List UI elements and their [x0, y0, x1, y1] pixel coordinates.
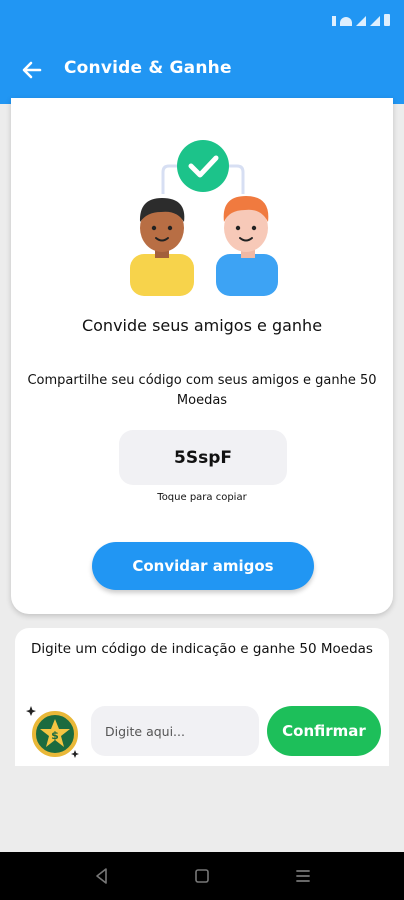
invite-card: Convide seus amigos e ganhe Compartilhe …	[11, 98, 393, 614]
arrow-left-icon[interactable]	[18, 56, 46, 84]
redeem-instruction: Digite um código de indicação e ganhe 50…	[31, 641, 373, 657]
app-header: Convide & Ganhe	[0, 0, 404, 104]
back-triangle-icon[interactable]	[92, 866, 112, 886]
recents-menu-icon[interactable]	[293, 866, 313, 886]
check-circle-icon	[177, 140, 229, 192]
svg-text:$: $	[51, 729, 59, 742]
friends-illustration	[130, 140, 278, 296]
invite-description: Compartilhe seu código com seus amigos e…	[27, 373, 377, 408]
confirm-button[interactable]: Confirmar	[267, 706, 381, 756]
referral-code-box[interactable]: 5SspF	[119, 430, 287, 485]
invite-friends-button[interactable]: Convidar amigos	[92, 542, 314, 590]
referral-code-input[interactable]	[91, 706, 259, 756]
dollar-coin-icon: $	[26, 706, 79, 758]
signal-icon-2	[370, 16, 380, 26]
bluetooth-icon	[332, 16, 336, 26]
signal-icon	[356, 16, 366, 26]
wifi-icon	[340, 17, 352, 26]
invite-headline: Convide seus amigos e ganhe	[81, 316, 323, 335]
redeem-card: Digite um código de indicação e ganhe 50…	[15, 628, 389, 766]
system-nav-bar	[0, 852, 404, 900]
home-square-icon[interactable]	[192, 866, 212, 886]
copy-hint: Toque para copiar	[157, 492, 247, 503]
page-title: Convide & Ganhe	[64, 58, 232, 78]
status-bar-icons	[332, 14, 390, 26]
battery-icon	[384, 14, 390, 26]
